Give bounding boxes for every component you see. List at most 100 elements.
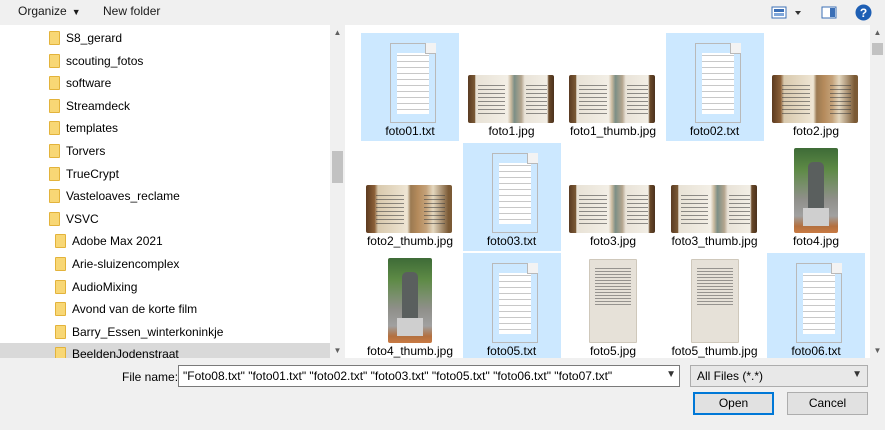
cancel-button[interactable]: Cancel xyxy=(787,392,868,415)
file-tile[interactable]: foto1_thumb.jpg xyxy=(564,33,662,141)
folder-icon xyxy=(55,302,66,317)
nav-folder-label: Adobe Max 2021 xyxy=(72,234,163,249)
file-tile[interactable]: foto03.txt xyxy=(462,143,561,251)
file-thumbnail-area xyxy=(361,145,459,233)
preview-pane-icon[interactable] xyxy=(821,6,837,23)
nav-folder-label: TrueCrypt xyxy=(66,166,119,181)
help-icon[interactable]: ? xyxy=(855,4,872,24)
text-document-icon xyxy=(491,263,538,343)
nav-folder-item[interactable]: VSVC xyxy=(0,208,330,230)
image-thumbnail xyxy=(690,259,739,343)
file-tile[interactable]: foto02.txt xyxy=(665,33,764,141)
nav-folder-item[interactable]: Avond van de korte film xyxy=(0,298,330,320)
file-name: foto01.txt xyxy=(385,124,435,138)
nav-folder-item[interactable]: TrueCrypt xyxy=(0,163,330,185)
file-tile[interactable]: foto2.jpg xyxy=(767,33,865,141)
file-name: foto03.txt xyxy=(486,234,537,248)
file-type-select[interactable]: All Files (*.*) ▼ xyxy=(690,365,868,387)
file-thumbnail-area xyxy=(767,35,865,123)
file-thumbnail-area xyxy=(463,255,561,343)
image-thumbnail xyxy=(467,75,554,123)
file-name: foto02.txt xyxy=(689,124,740,138)
nav-folder-item[interactable]: AudioMixing xyxy=(0,276,330,298)
scroll-up-icon[interactable]: ▲ xyxy=(330,25,345,40)
scroll-down-icon[interactable]: ▼ xyxy=(870,343,885,358)
file-name-input[interactable]: "Foto08.txt" "foto01.txt" "foto02.txt" "… xyxy=(178,365,680,387)
nav-folder-item[interactable]: Streamdeck xyxy=(0,95,330,117)
scrollbar-thumb[interactable] xyxy=(332,151,343,183)
file-name: foto2.jpg xyxy=(792,124,840,138)
nav-folder-label: Torvers xyxy=(66,144,106,158)
scroll-down-icon[interactable]: ▼ xyxy=(330,343,345,358)
nav-folder-item[interactable]: Barry_Essen_winterkoninkje xyxy=(0,321,330,343)
chevron-down-icon[interactable]: ▼ xyxy=(852,369,862,380)
file-tile[interactable]: foto06.txt xyxy=(767,253,865,358)
file-thumbnail-area xyxy=(666,145,764,233)
file-name: foto1_thumb.jpg xyxy=(569,124,657,138)
file-name: foto06.txt xyxy=(791,344,841,358)
nav-folder-label: Vasteloaves_reclame xyxy=(66,189,180,204)
nav-folder-item[interactable]: BeeldenJodenstraat xyxy=(0,343,330,358)
scrollbar-thumb[interactable] xyxy=(872,43,883,55)
dialog-footer: File name: "Foto08.txt" "foto01.txt" "fo… xyxy=(0,358,885,430)
image-thumbnail xyxy=(670,185,757,233)
chevron-down-icon[interactable]: ▼ xyxy=(666,369,676,380)
file-type-value: All Files (*.*) xyxy=(697,369,764,383)
file-tile[interactable]: foto5_thumb.jpg xyxy=(666,253,764,358)
file-tile[interactable]: foto3.jpg xyxy=(564,143,662,251)
image-thumbnail xyxy=(589,259,637,343)
file-tile[interactable]: foto1.jpg xyxy=(463,33,561,141)
file-tile[interactable]: foto2_thumb.jpg xyxy=(361,143,459,251)
nav-folder-label: software xyxy=(66,76,112,91)
file-tile[interactable]: foto4_thumb.jpg xyxy=(361,253,459,358)
folder-icon xyxy=(49,53,60,68)
folder-icon xyxy=(49,144,60,158)
navigation-pane[interactable]: S8_gerard scouting_fotos software Streamdec… xyxy=(0,25,330,358)
file-thumbnail-area xyxy=(767,255,865,343)
nav-folder-label: Arie-sluizencomplex xyxy=(72,257,180,271)
text-document-icon xyxy=(796,263,842,343)
file-tile[interactable]: foto05.txt xyxy=(462,253,561,358)
file-list[interactable]: foto01.txt foto1.jpg foto1_thumb.jpg foto02… xyxy=(347,25,869,358)
image-thumbnail xyxy=(569,185,655,233)
nav-folder-label: AudioMixing xyxy=(72,279,138,294)
file-list-scrollbar[interactable]: ▲ ▼ xyxy=(870,25,885,358)
file-thumbnail-area xyxy=(564,255,662,343)
file-tile[interactable]: foto4.jpg xyxy=(767,143,865,251)
file-thumbnail-area xyxy=(564,35,662,123)
toolbar: Organize ▼ New folder ? xyxy=(0,0,885,25)
organize-label: Organize xyxy=(18,4,67,18)
nav-folder-item[interactable]: Vasteloaves_reclame xyxy=(0,185,330,207)
nav-folder-item[interactable]: Arie-sluizencomplex xyxy=(0,253,330,275)
nav-folder-label: scouting_fotos xyxy=(66,53,144,68)
view-options-icon[interactable] xyxy=(771,6,803,23)
nav-folder-label: Avond van de korte film xyxy=(72,302,198,317)
scroll-up-icon[interactable]: ▲ xyxy=(870,25,885,40)
navigation-scrollbar[interactable]: ▲ ▼ xyxy=(330,25,345,358)
organize-button[interactable]: Organize ▼ xyxy=(18,4,81,18)
image-thumbnail xyxy=(388,258,432,343)
folder-icon xyxy=(49,31,60,45)
folder-icon xyxy=(49,76,60,91)
nav-folder-label: BeeldenJodenstraat xyxy=(72,347,179,358)
chevron-down-icon: ▼ xyxy=(71,7,81,17)
nav-folder-item[interactable]: templates xyxy=(0,117,330,139)
nav-folder-item[interactable]: S8_gerard xyxy=(0,27,330,49)
file-tile[interactable]: foto5.jpg xyxy=(564,253,662,358)
folder-icon xyxy=(55,324,66,339)
folder-icon xyxy=(49,211,60,226)
file-tile[interactable]: foto01.txt xyxy=(361,33,459,141)
nav-folder-item[interactable]: Torvers xyxy=(0,140,330,162)
file-thumbnail-area xyxy=(666,255,764,343)
nav-folder-item[interactable]: software xyxy=(0,72,330,94)
new-folder-button[interactable]: New folder xyxy=(103,4,160,18)
folder-icon xyxy=(55,257,66,271)
nav-folder-item[interactable]: scouting_fotos xyxy=(0,50,330,72)
file-tile[interactable]: foto3_thumb.jpg xyxy=(666,143,764,251)
open-button[interactable]: Open xyxy=(693,392,774,415)
file-thumbnail-area xyxy=(463,35,561,123)
folder-icon xyxy=(49,166,60,181)
nav-folder-item[interactable]: Adobe Max 2021 xyxy=(0,230,330,252)
image-thumbnail xyxy=(794,148,838,233)
file-thumbnail-area xyxy=(361,35,459,123)
